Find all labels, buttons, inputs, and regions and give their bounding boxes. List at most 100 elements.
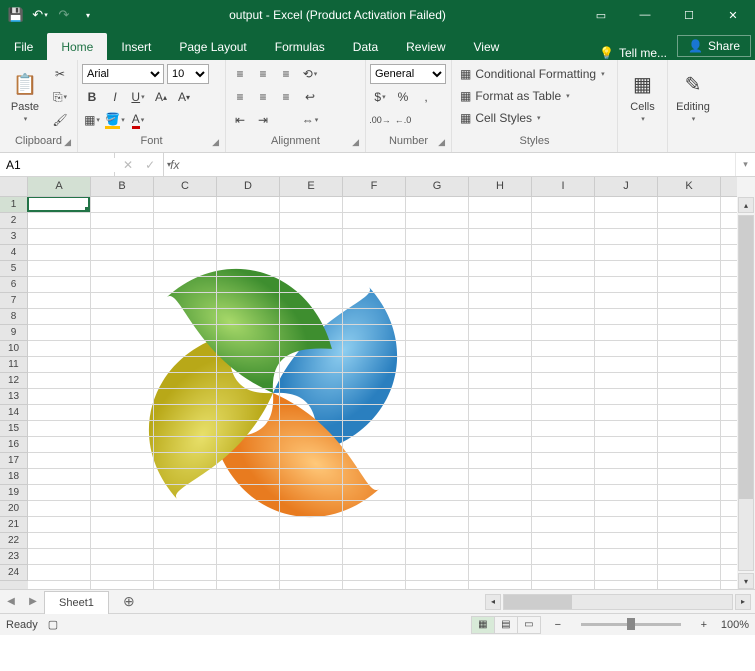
sheet-nav-prev-icon[interactable]: ◀ [0,596,22,607]
tab-view[interactable]: View [460,33,514,60]
wrap-text-button[interactable]: ↩ [300,87,320,107]
font-color-button[interactable]: A▾ [128,110,148,130]
ribbon-options-icon[interactable]: ▭ [579,0,623,30]
copy-button[interactable]: ⎘▾ [50,87,70,107]
save-icon[interactable]: 💾 [8,7,24,23]
select-all-corner[interactable] [0,177,28,196]
row-header[interactable]: 4 [0,245,28,261]
increase-decimal-button[interactable]: .00→ [370,110,390,130]
column-header[interactable]: K [658,177,721,196]
zoom-level[interactable]: 100% [721,619,749,631]
column-header[interactable]: F [343,177,406,196]
new-sheet-button[interactable]: ⊕ [117,590,141,614]
zoom-thumb[interactable] [627,618,635,630]
row-header[interactable]: 12 [0,373,28,389]
dialog-launcher-icon[interactable]: ◢ [438,137,445,148]
row-header[interactable]: 19 [0,485,28,501]
align-left-button[interactable]: ≡ [230,87,250,107]
undo-icon[interactable]: ↶▾ [32,7,48,23]
column-header[interactable]: G [406,177,469,196]
row-header[interactable]: 18 [0,469,28,485]
tab-file[interactable]: File [0,33,47,60]
formula-input[interactable] [185,153,735,176]
row-header[interactable]: 13 [0,389,28,405]
enter-icon[interactable]: ✓ [145,158,155,172]
redo-icon[interactable]: ↷ [56,7,72,23]
row-header[interactable]: 24 [0,565,28,581]
scroll-up-icon[interactable]: ▴ [738,197,754,213]
vscroll-thumb[interactable] [739,216,753,499]
zoom-in-button[interactable]: + [697,619,711,631]
cells-area[interactable] [28,197,737,589]
decrease-indent-button[interactable]: ⇤ [230,110,250,130]
format-painter-button[interactable]: 🖌 [50,110,70,130]
increase-font-button[interactable]: A▴ [151,87,171,107]
tell-me[interactable]: 💡 Tell me... [589,46,677,60]
align-middle-button[interactable]: ≡ [253,64,273,84]
row-header[interactable]: 1 [0,197,28,213]
percent-button[interactable]: % [393,87,413,107]
bold-button[interactable]: B [82,87,102,107]
italic-button[interactable]: I [105,87,125,107]
zoom-out-button[interactable]: − [551,619,565,631]
dialog-launcher-icon[interactable]: ◢ [212,137,219,148]
row-header[interactable]: 23 [0,549,28,565]
align-top-button[interactable]: ≡ [230,64,250,84]
align-bottom-button[interactable]: ≡ [276,64,296,84]
row-header[interactable]: 8 [0,309,28,325]
row-header[interactable]: 22 [0,533,28,549]
qat-customize-icon[interactable]: ▾ [80,7,96,23]
row-header[interactable]: 14 [0,405,28,421]
column-header[interactable]: H [469,177,532,196]
tab-data[interactable]: Data [339,33,392,60]
decrease-font-button[interactable]: A▾ [174,87,194,107]
align-center-button[interactable]: ≡ [253,87,273,107]
page-layout-view-button[interactable]: ▤ [494,616,518,634]
sheet-nav-next-icon[interactable]: ▶ [22,596,44,607]
row-header[interactable]: 21 [0,517,28,533]
merge-button[interactable]: ⇔▾ [300,110,320,130]
align-right-button[interactable]: ≡ [276,87,296,107]
tab-page-layout[interactable]: Page Layout [165,33,260,60]
row-header[interactable]: 5 [0,261,28,277]
row-header[interactable]: 2 [0,213,28,229]
expand-formula-bar-icon[interactable]: ▾ [735,153,755,176]
column-header[interactable]: A [28,177,91,196]
editing-button[interactable]: ✎ Editing ▾ [672,64,714,129]
decrease-decimal-button[interactable]: ←.0 [393,110,413,130]
row-header[interactable]: 6 [0,277,28,293]
cell-styles-button[interactable]: ▦Cell Styles▾ [456,108,609,128]
name-box[interactable]: ▾ [0,153,115,176]
dialog-launcher-icon[interactable]: ◢ [352,137,359,148]
row-header[interactable]: 11 [0,357,28,373]
column-header[interactable]: B [91,177,154,196]
cancel-icon[interactable]: ✕ [123,158,133,172]
column-header[interactable]: E [280,177,343,196]
tab-review[interactable]: Review [392,33,459,60]
column-header[interactable]: J [595,177,658,196]
tab-home[interactable]: Home [47,33,107,60]
cells-button[interactable]: ▦ Cells ▾ [622,64,663,129]
maximize-button[interactable]: ☐ [667,0,711,30]
close-button[interactable]: ✕ [711,0,755,30]
fill-color-button[interactable]: 🪣▾ [105,110,125,130]
number-format-combo[interactable]: General [370,64,446,84]
row-header[interactable]: 9 [0,325,28,341]
share-button[interactable]: 👤 Share [677,35,751,57]
row-header[interactable]: 3 [0,229,28,245]
vertical-scrollbar[interactable]: ▴ ▾ [737,177,755,589]
tab-formulas[interactable]: Formulas [261,33,339,60]
zoom-slider[interactable] [581,623,681,626]
minimize-button[interactable]: — [623,0,667,30]
scroll-left-icon[interactable]: ◂ [485,594,501,610]
scroll-right-icon[interactable]: ▸ [735,594,751,610]
increase-indent-button[interactable]: ⇥ [253,110,273,130]
orientation-button[interactable]: ⟲▾ [300,64,320,84]
row-header[interactable]: 10 [0,341,28,357]
comma-button[interactable]: , [416,87,436,107]
borders-button[interactable]: ▦▾ [82,110,102,130]
scroll-down-icon[interactable]: ▾ [738,573,754,589]
row-header[interactable]: 7 [0,293,28,309]
column-header[interactable]: C [154,177,217,196]
font-name-combo[interactable]: Arial [82,64,164,84]
